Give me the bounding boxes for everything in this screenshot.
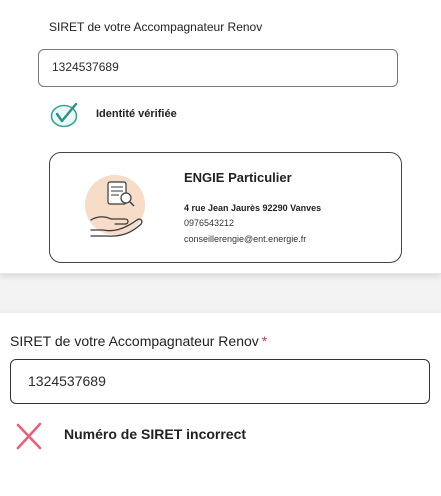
siret-invalid-panel: SIRET de votre Accompagnateur Renov * 132…: [0, 313, 441, 496]
siret-field-label: SIRET de votre Accompagnateur Renov: [10, 333, 259, 349]
hand-holding-document-illustration: [85, 175, 145, 237]
accompagnateur-card: ENGIE Particulier 4 rue Jean Jaurès 9229…: [49, 152, 402, 263]
siret-input-invalid[interactable]: 1324537689: [10, 359, 430, 404]
required-marker: *: [261, 333, 268, 349]
check-circle-icon: [50, 102, 78, 128]
siret-input[interactable]: 1324537689: [38, 49, 398, 87]
screenshot-canvas: SIRET de votre Accompagnateur Renov 1324…: [0, 0, 441, 496]
accompagnateur-email: conseillerengie@ent.energie.fr: [184, 234, 307, 244]
accompagnateur-phone: 0976543212: [184, 218, 235, 228]
siret-field-label-required: SIRET de votre Accompagnateur Renov *: [10, 333, 267, 349]
siret-error-message: Numéro de SIRET incorrect: [64, 426, 247, 442]
siret-valid-panel: SIRET de votre Accompagnateur Renov 1324…: [0, 0, 441, 274]
accompagnateur-name: ENGIE Particulier: [184, 170, 292, 185]
siret-field-label: SIRET de votre Accompagnateur Renov: [49, 20, 263, 34]
identity-verified-text: Identité vérifiée: [96, 108, 177, 120]
accompagnateur-address: 4 rue Jean Jaurès 92290 Vanves: [184, 203, 322, 213]
cross-icon: [16, 422, 42, 450]
